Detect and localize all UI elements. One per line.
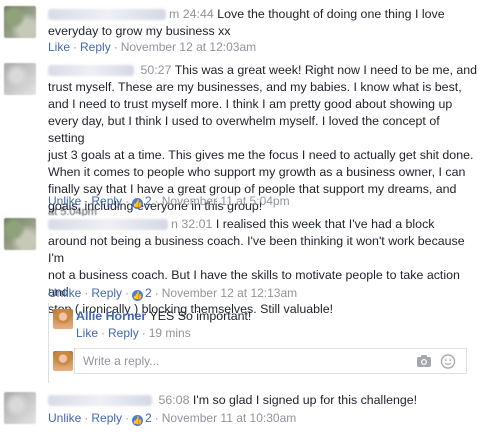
commenter-name[interactable] xyxy=(48,219,168,231)
camera-icon[interactable] xyxy=(416,354,432,369)
comment-time[interactable]: 56:08 xyxy=(158,393,189,407)
like-link[interactable]: Like xyxy=(76,326,98,340)
comment-time[interactable]: 24:44 xyxy=(183,7,214,21)
comment-date[interactable]: November 11 at 10:30am xyxy=(162,411,297,425)
thumbs-up-icon[interactable]: 👍 xyxy=(132,290,144,301)
comment-text-line: I'm so glad I signed up for this challen… xyxy=(192,393,418,407)
reply-time[interactable]: 19 mins xyxy=(149,326,191,340)
reply-body: Allie Horner YES So important! xyxy=(76,308,479,325)
like-link[interactable]: Like xyxy=(48,40,70,54)
like-count[interactable]: 2 xyxy=(145,286,152,300)
like-count[interactable]: 2 xyxy=(145,411,152,425)
comment-time[interactable]: 50:27 xyxy=(140,63,171,77)
commenter-name[interactable] xyxy=(48,395,152,407)
smiley-icon[interactable] xyxy=(440,354,456,369)
comment-actions: Like · Reply · November 12 at 12:03am xyxy=(48,40,257,54)
comment-text-line: everyday to grow my business xx xyxy=(48,24,231,38)
comment-date[interactable]: November 12 at 12:03am xyxy=(121,40,256,54)
reply-link[interactable]: Reply xyxy=(91,286,122,300)
comment-text-line: This was a great week! Right now I need … xyxy=(174,63,478,77)
commenter-avatar[interactable] xyxy=(4,6,36,38)
replier-name[interactable]: Allie Horner xyxy=(76,309,146,323)
unlike-link[interactable]: Unlike xyxy=(48,286,81,300)
comment-date[interactable]: November 12 at 12:13am xyxy=(162,286,297,300)
commenter-name[interactable] xyxy=(48,65,134,77)
comment-date[interactable]: November 11 at 5:04pm xyxy=(162,194,290,208)
commenter-avatar[interactable] xyxy=(4,218,36,250)
commenter-avatar[interactable] xyxy=(4,63,36,95)
commenter-avatar[interactable] xyxy=(4,392,36,424)
comment-text-line: every day, but I think I used to overwhe… xyxy=(48,114,440,145)
commenter-name[interactable] xyxy=(48,9,166,21)
reply-thread-line xyxy=(48,303,49,383)
unlike-link[interactable]: Unlike xyxy=(48,411,81,425)
thumbs-up-icon[interactable]: 👍 xyxy=(132,198,144,209)
comment-text-line: trust myself. These are my businesses, a… xyxy=(48,80,462,94)
name-fragment: m xyxy=(169,7,180,21)
overlapping-timestamp: at 5:04pm xyxy=(48,206,97,216)
comment-text-line: around not being a business coach. I've … xyxy=(48,234,465,265)
comment-body: 56:08 I'm so glad I signed up for this c… xyxy=(48,392,479,409)
comment-text-line: and I need to trust myself more. I think… xyxy=(48,97,453,111)
reply-link[interactable]: Reply xyxy=(91,411,122,425)
comment-text-line: When it comes to people who support my g… xyxy=(48,165,466,179)
thumbs-up-icon[interactable]: 👍 xyxy=(132,415,144,426)
comment-text-line: I realised this week that I've had a blo… xyxy=(215,217,435,231)
comment-text-line: Love the thought of doing one thing I lo… xyxy=(217,7,445,21)
current-user-avatar xyxy=(53,351,73,371)
name-fragment: n xyxy=(171,217,178,231)
reply-link[interactable]: Reply xyxy=(80,40,111,54)
comment-text-line: just 3 goals at a time. This gives me th… xyxy=(48,148,474,162)
comment-body: m 24:44 Love the thought of doing one th… xyxy=(48,6,479,40)
comment-body: 50:27 This was a great week! Right now I… xyxy=(48,62,479,215)
comment-actions: Unlike · Reply · 👍 2 · November 11 at 10:30am xyxy=(48,411,297,426)
replier-avatar[interactable] xyxy=(53,309,73,329)
reply-actions: Like · Reply · 19 mins xyxy=(76,326,191,340)
comment-actions: Unlike · Reply · 👍 2 · November 12 at 12:13am xyxy=(48,286,298,301)
comment-body: n 32:01 I realised this week that I've h… xyxy=(48,216,479,318)
like-count[interactable]: 2 xyxy=(145,194,152,208)
reply-input[interactable] xyxy=(81,353,405,369)
reply-text: YES So important! xyxy=(149,309,252,323)
reply-link[interactable]: Reply xyxy=(108,326,139,340)
comment-time[interactable]: 32:01 xyxy=(181,217,212,231)
reply-composer[interactable] xyxy=(74,348,467,374)
